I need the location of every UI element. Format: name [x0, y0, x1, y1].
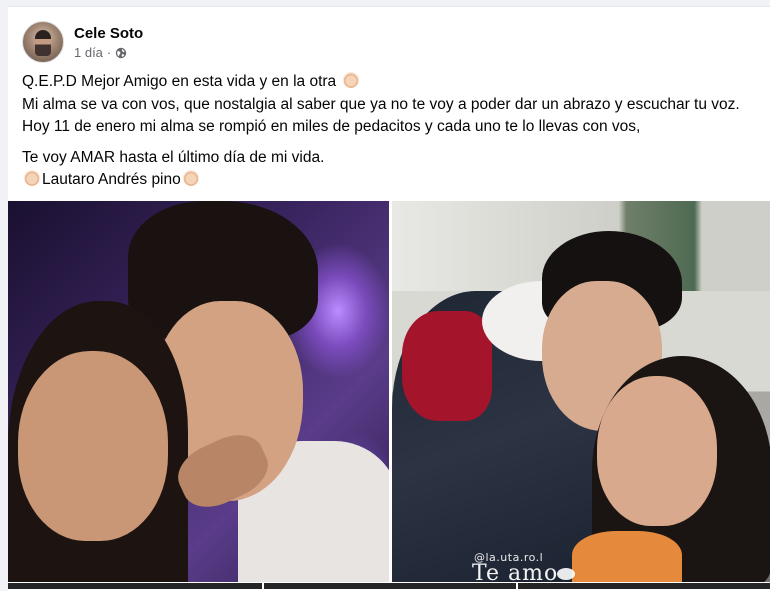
baby-emoji-icon: [342, 72, 359, 88]
post-line-3: Te voy AMAR hasta el último día de mi vi…: [22, 148, 325, 166]
post-line-2: Mi alma se va con vos, que nostalgia al …: [22, 95, 740, 136]
photo-grid: @la.uta.ro.l Te amo: [8, 201, 770, 589]
author-name[interactable]: Cele Soto: [74, 24, 143, 43]
post-line-1: Q.E.P.D Mejor Amigo en esta vida y en la…: [22, 71, 767, 94]
photo-left[interactable]: [8, 201, 389, 582]
avatar[interactable]: [22, 21, 64, 63]
post-meta: Cele Soto 1 día ·: [74, 24, 143, 60]
heart-icon: [557, 568, 575, 580]
meta-separator: ·: [106, 45, 112, 60]
post-card: Cele Soto 1 día · Q.E.P.D Mejor Amigo en…: [8, 6, 770, 591]
baby-emoji-icon: [24, 170, 40, 186]
baby-emoji-icon: [182, 170, 199, 186]
post-line-1-text: Q.E.P.D Mejor Amigo en esta vida y en la…: [22, 73, 337, 90]
post-line-4-text: Lautaro Andrés pino: [42, 171, 181, 188]
post-header: Cele Soto 1 día ·: [22, 20, 143, 64]
post-line-4: Lautaro Andrés pino: [22, 169, 767, 192]
post-text: Q.E.P.D Mejor Amigo en esta vida y en la…: [22, 71, 767, 192]
photo-right[interactable]: @la.uta.ro.l Te amo: [392, 201, 770, 582]
post-time-row: 1 día ·: [74, 45, 143, 60]
more-photos-strip[interactable]: [8, 583, 770, 589]
photo-overlay-caption: Te amo: [472, 561, 559, 582]
post-time[interactable]: 1 día: [74, 45, 103, 60]
globe-icon[interactable]: [115, 47, 127, 59]
